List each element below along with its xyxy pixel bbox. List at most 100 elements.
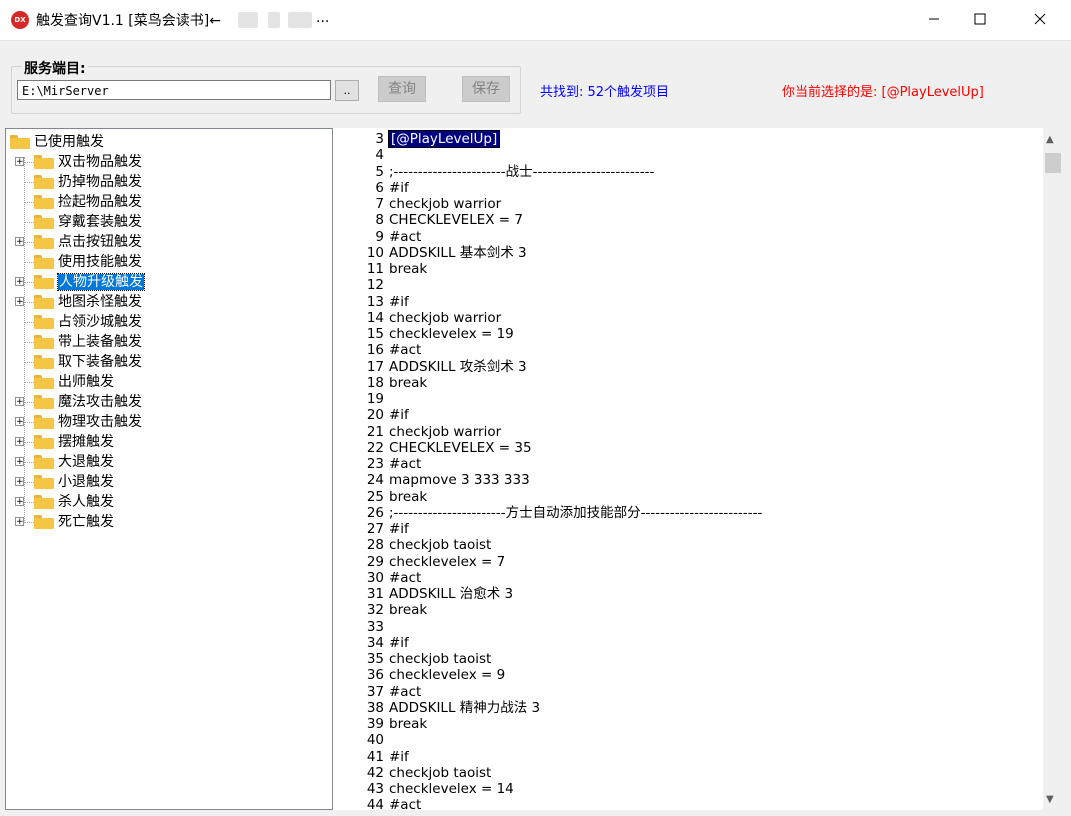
scroll-down-icon[interactable]: ▼ — [1046, 794, 1054, 805]
scroll-up-icon[interactable]: ▲ — [1046, 134, 1054, 145]
expand-icon[interactable]: + — [15, 397, 24, 407]
line-number: 9 — [375, 228, 384, 245]
line-number: 32 — [366, 602, 384, 619]
code-text: [@PlayLevelUp] — [387, 130, 501, 148]
tree-item[interactable]: 出师触发 — [34, 372, 114, 392]
code-line: 13 #if — [333, 294, 409, 310]
expand-icon[interactable]: + — [15, 457, 24, 467]
tree-item-label: 穿戴套装触发 — [58, 214, 142, 230]
expand-icon[interactable]: + — [15, 477, 24, 487]
expand-icon[interactable]: + — [15, 417, 24, 427]
server-path-input[interactable]: E:\MirServer — [17, 80, 331, 100]
line-number: 24 — [366, 472, 384, 489]
tree-item-label: 双击物品触发 — [58, 154, 142, 170]
expand-icon[interactable]: + — [15, 157, 24, 167]
code-line: 42 checkjob taoist — [333, 765, 492, 781]
line-number: 35 — [366, 651, 384, 667]
tree-item-label: 死亡触发 — [58, 514, 114, 530]
code-line: 32 break — [333, 602, 427, 618]
tree-item[interactable]: 小退触发 — [34, 472, 114, 492]
tree-item[interactable]: 双击物品触发 — [34, 152, 142, 172]
tree-item[interactable]: 杀人触发 — [34, 492, 114, 512]
tree-item[interactable]: 捡起物品触发 — [34, 192, 142, 212]
code-text: ;-----------------------战士--------------… — [389, 163, 655, 180]
tree-item[interactable]: 占领沙城触发 — [34, 312, 142, 332]
code-text: break — [389, 488, 428, 505]
code-line: 20 #if — [333, 407, 409, 423]
tree-item[interactable]: 地图杀怪触发 — [34, 292, 142, 312]
code-line: 9 #act — [333, 229, 421, 245]
code-line: 27 #if — [333, 521, 409, 537]
close-button[interactable] — [1017, 0, 1063, 40]
tree-item[interactable]: 摆摊触发 — [34, 432, 114, 452]
scroll-thumb[interactable] — [1045, 153, 1061, 173]
folder-icon — [34, 495, 54, 509]
code-text: #if — [389, 407, 409, 424]
save-button[interactable]: 保存 — [462, 76, 510, 102]
current-selection-text: 你当前选择的是: [@PlayLevelUp] — [782, 85, 984, 100]
code-line: 11 break — [333, 261, 427, 277]
code-line: 34 #if — [333, 635, 409, 651]
maximize-button[interactable] — [957, 0, 1003, 40]
code-line: 41 #if — [333, 749, 409, 765]
tree-item[interactable]: 穿戴套装触发 — [34, 212, 142, 232]
line-number: 15 — [366, 326, 384, 342]
folder-icon — [34, 475, 54, 489]
tree-item[interactable]: 点击按钮触发 — [34, 232, 142, 252]
line-number: 39 — [366, 716, 384, 732]
code-text: #act — [389, 342, 422, 359]
code-text: #if — [389, 748, 409, 765]
expand-icon[interactable]: + — [15, 517, 24, 527]
trigger-tree[interactable]: 已使用触发 + 双击物品触发扔掉物品触发捡起物品触发 穿戴套装触发 + 点击按钮触发 使用技… — [5, 128, 333, 810]
expand-icon[interactable]: + — [15, 297, 24, 307]
code-text: checklevelex = 7 — [389, 553, 506, 570]
line-number: 11 — [366, 261, 384, 277]
expand-icon[interactable]: + — [15, 497, 24, 507]
code-text: #if — [389, 634, 409, 651]
tree-item[interactable]: 魔法攻击触发 — [34, 392, 142, 412]
folder-icon — [34, 335, 54, 349]
folder-icon — [34, 375, 54, 389]
tree-root[interactable]: 已使用触发 — [10, 132, 104, 152]
expand-icon[interactable]: + — [15, 277, 24, 287]
code-line: 21 checkjob warrior — [333, 424, 501, 440]
line-number: 7 — [375, 196, 384, 212]
tree-item[interactable]: 物理攻击触发 — [34, 412, 142, 432]
line-number: 18 — [366, 374, 384, 391]
tree-item-label: 带上装备触发 — [58, 334, 142, 350]
tree-item-label: 人物升级触发 — [57, 273, 145, 291]
tree-item[interactable]: 死亡触发 — [34, 512, 114, 532]
minimize-button[interactable] — [911, 0, 957, 40]
query-button[interactable]: 查询 — [378, 76, 426, 102]
editor-scrollbar[interactable] — [1043, 128, 1063, 810]
code-line: 28 checkjob taoist — [333, 537, 492, 554]
line-number: 29 — [366, 553, 384, 570]
tree-item-label: 使用技能触发 — [58, 254, 142, 270]
line-number: 19 — [366, 391, 384, 407]
code-text: #if — [389, 179, 409, 196]
code-text: checkjob taoist — [389, 537, 492, 554]
code-line: 7 checkjob warrior — [333, 196, 501, 212]
tree-item[interactable]: 取下装备触发 — [34, 352, 142, 372]
code-text: ;-----------------------方士自动添加技能部分------… — [389, 504, 763, 521]
tree-item[interactable]: 使用技能触发 — [34, 252, 142, 272]
blurred-title-part — [238, 12, 258, 28]
code-line: 31 ADDSKILL 治愈术 3 — [333, 586, 513, 602]
script-editor[interactable]: 3 [@PlayLevelUp] 4 5 ;----------------------… — [333, 128, 1043, 810]
tree-item[interactable]: 人物升级触发 — [34, 272, 145, 292]
expand-icon[interactable]: + — [15, 237, 24, 247]
tree-item-label: 杀人触发 — [58, 494, 114, 510]
code-text: #act — [389, 797, 422, 810]
tree-item[interactable]: 扔掉物品触发 — [34, 172, 142, 192]
expand-icon[interactable]: + — [15, 437, 24, 447]
minimize-icon — [929, 18, 939, 20]
tree-item-label: 取下装备触发 — [58, 354, 142, 370]
tree-item[interactable]: 大退触发 — [34, 452, 114, 472]
line-number: 4 — [375, 147, 384, 164]
tree-item-label: 捡起物品触发 — [58, 194, 142, 210]
tree-item[interactable]: 带上装备触发 — [34, 332, 142, 352]
line-number: 22 — [366, 439, 384, 456]
browse-button[interactable]: .. — [335, 80, 359, 101]
line-number: 21 — [366, 423, 384, 440]
tree-item-label: 点击按钮触发 — [58, 234, 142, 250]
